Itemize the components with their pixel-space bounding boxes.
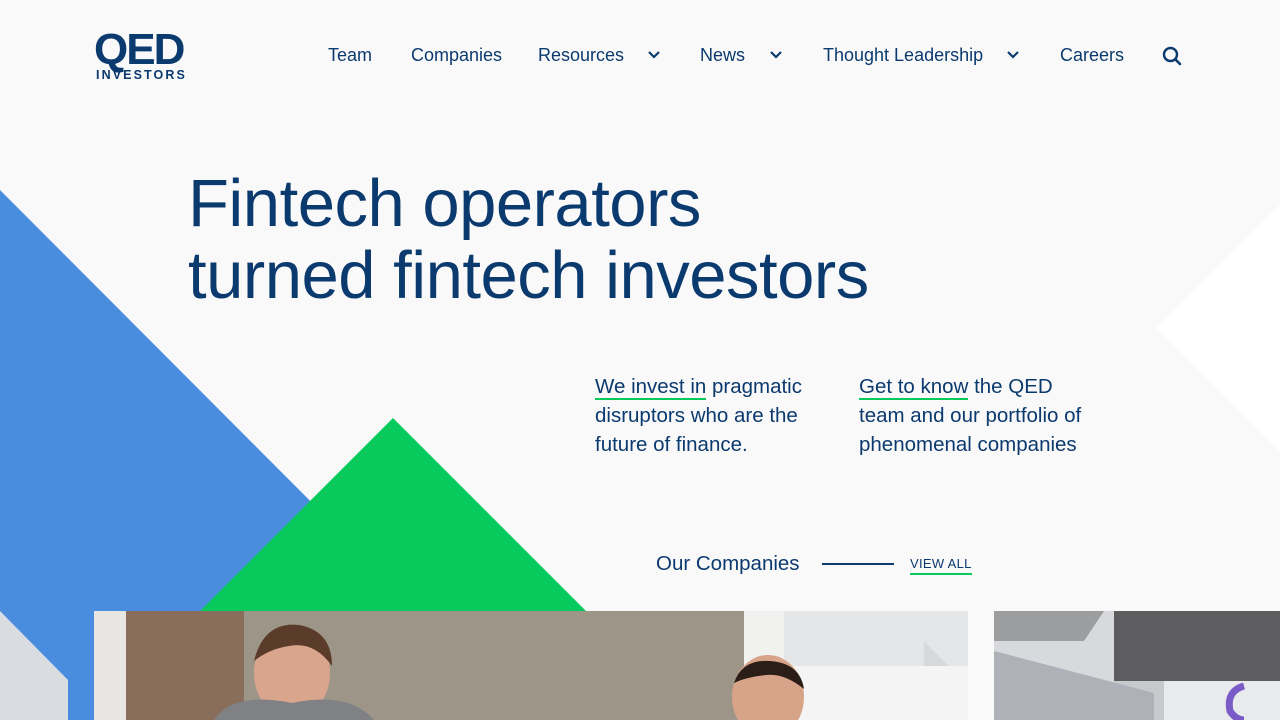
- qed-logo[interactable]: QED INVESTORS: [94, 28, 194, 82]
- invest-blurb: We invest in pragmatic disruptors who ar…: [595, 372, 835, 459]
- nav-item-companies[interactable]: Companies: [411, 44, 502, 66]
- search-icon[interactable]: [1162, 46, 1182, 66]
- nav-item-thought-leadership[interactable]: Thought Leadership: [823, 44, 983, 66]
- hero-title-line-1: Fintech operators: [188, 166, 701, 241]
- team-blurb: Get to know the QED team and our portfol…: [859, 372, 1089, 459]
- company-photo: [994, 611, 1280, 720]
- nav-item-careers[interactable]: Careers: [1060, 44, 1124, 66]
- site-header: QED INVESTORS Team Companies Resources N…: [0, 0, 1280, 110]
- company-photo: [94, 611, 968, 720]
- logo-subtitle: INVESTORS: [96, 68, 187, 82]
- we-invest-in-link[interactable]: We invest in: [595, 375, 707, 400]
- logo-mark: QED: [94, 25, 185, 74]
- company-photo-card[interactable]: [994, 611, 1280, 720]
- nav-item-resources[interactable]: Resources: [538, 44, 624, 66]
- nav-item-team[interactable]: Team: [328, 44, 372, 66]
- view-all-link[interactable]: VIEW ALL: [910, 556, 972, 575]
- white-triangle-shape: [1156, 205, 1280, 452]
- chevron-down-icon[interactable]: [647, 50, 661, 60]
- chevron-down-icon[interactable]: [1006, 50, 1020, 60]
- chevron-down-icon[interactable]: [769, 50, 783, 60]
- our-companies-heading: Our Companies: [656, 552, 800, 575]
- company-photo-card[interactable]: [94, 611, 968, 720]
- hero-title-line-2: turned fintech investors: [188, 238, 869, 313]
- nav-item-news[interactable]: News: [700, 44, 745, 66]
- heading-divider: [822, 563, 894, 565]
- get-to-know-link[interactable]: Get to know: [859, 375, 969, 400]
- hero-title: Fintech operators turned fintech investo…: [188, 168, 948, 312]
